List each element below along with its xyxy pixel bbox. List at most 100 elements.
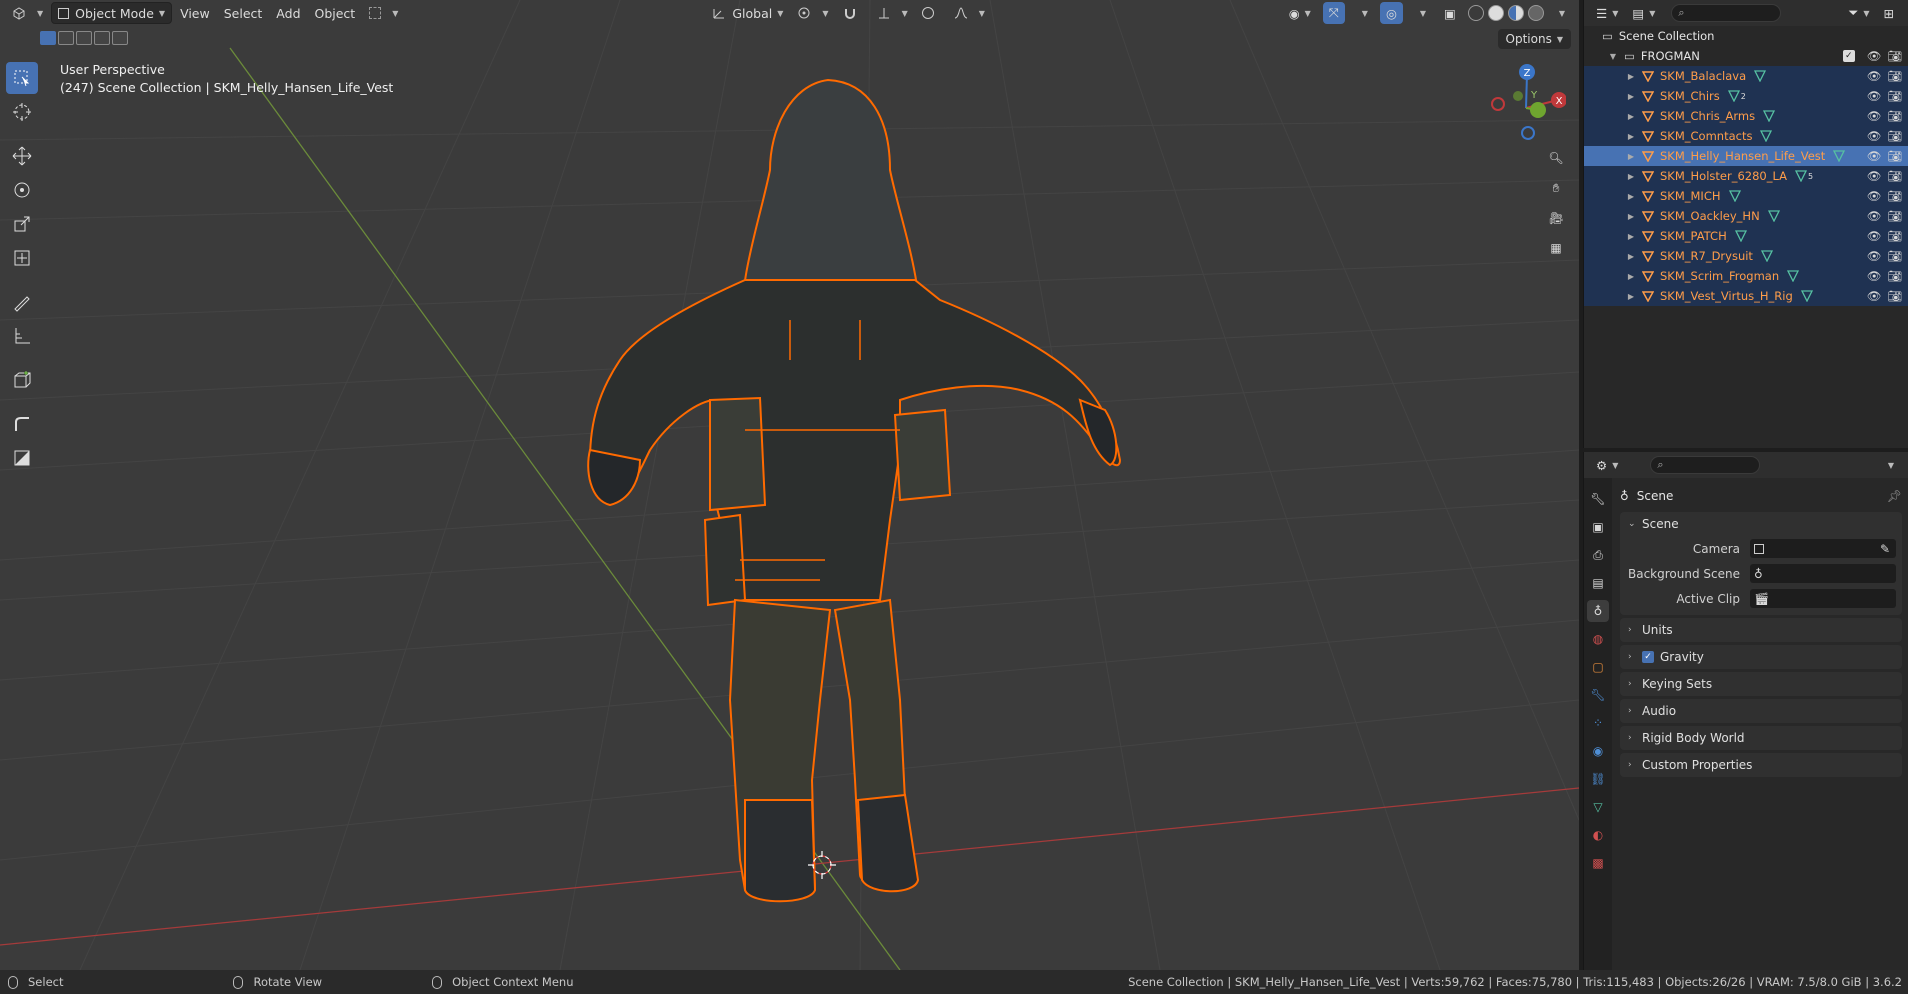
outliner-item[interactable]: ▶ SKM_Chris_Arms 👁︎ 📷︎ bbox=[1584, 106, 1908, 126]
scene-panel-header[interactable]: ⌄ Scene bbox=[1620, 512, 1902, 536]
outliner-item[interactable]: ▶ SKM_Vest_Virtus_H_Rig 👁︎ 📷︎ bbox=[1584, 286, 1908, 306]
render-camera-icon[interactable]: 📷︎ bbox=[1887, 169, 1902, 183]
tab-world[interactable]: ◍ bbox=[1587, 628, 1609, 650]
mode-dropdown[interactable]: Object Mode ▼ bbox=[51, 2, 173, 24]
zoom-button[interactable]: 🔍︎ bbox=[1544, 146, 1568, 170]
render-camera-icon[interactable]: 📷︎ bbox=[1887, 209, 1902, 223]
eye-icon[interactable]: 👁︎ bbox=[1867, 209, 1882, 223]
options-dropdown[interactable]: Options ▼ bbox=[1497, 29, 1571, 49]
expand-right-icon[interactable]: ▶ bbox=[1626, 92, 1636, 101]
panel-units[interactable]: › Units bbox=[1620, 618, 1902, 642]
snap-toggle[interactable] bbox=[837, 2, 869, 24]
menu-object[interactable]: Object bbox=[309, 2, 362, 24]
properties-editor-type[interactable]: ⚙ ▼ bbox=[1590, 454, 1624, 476]
proportional-falloff-dropdown[interactable]: ▼ bbox=[948, 2, 991, 24]
outliner-item[interactable]: ▶ SKM_Holster_6280_LA 5 👁︎ 📷︎ bbox=[1584, 166, 1908, 186]
tab-constraints[interactable]: ⛓︎ bbox=[1587, 768, 1609, 790]
outliner-collection-frogman[interactable]: ▼ ▭ FROGMAN ✓ 👁︎ 📷︎ bbox=[1584, 46, 1908, 66]
eye-icon[interactable]: 👁︎ bbox=[1867, 269, 1882, 283]
mesh-data-icon[interactable] bbox=[1833, 150, 1846, 162]
tab-tool[interactable]: 🔧︎ bbox=[1587, 488, 1609, 510]
eye-icon[interactable]: 👁︎ bbox=[1867, 149, 1882, 163]
outliner-scene-collection[interactable]: ▭ Scene Collection bbox=[1584, 26, 1908, 46]
editor-type-menu[interactable]: ▼ bbox=[6, 2, 49, 24]
expand-right-icon[interactable]: ▶ bbox=[1626, 252, 1636, 261]
pivot-dropdown[interactable]: ▼ bbox=[791, 2, 834, 24]
outliner-item[interactable]: ▶ SKM_Scrim_Frogman 👁︎ 📷︎ bbox=[1584, 266, 1908, 286]
render-camera-icon[interactable]: 📷︎ bbox=[1887, 109, 1902, 123]
outliner-item[interactable]: ▶ SKM_Comntacts 👁︎ 📷︎ bbox=[1584, 126, 1908, 146]
render-camera-icon[interactable]: 📷︎ bbox=[1887, 189, 1902, 203]
select-invert-icon[interactable] bbox=[94, 31, 110, 45]
expand-right-icon[interactable]: ▶ bbox=[1626, 172, 1636, 181]
gizmo-dropdown[interactable]: ▼ bbox=[1351, 2, 1374, 24]
mesh-data-icon[interactable] bbox=[1734, 230, 1747, 242]
mesh-data-icon[interactable] bbox=[1754, 70, 1767, 82]
expand-down-icon[interactable]: ▼ bbox=[1608, 52, 1618, 61]
expand-right-icon[interactable]: ▶ bbox=[1626, 72, 1636, 81]
visibility-dropdown[interactable]: ◉ ▼ bbox=[1283, 2, 1317, 24]
outliner-item[interactable]: ▶ SKM_R7_Drysuit 👁︎ 📷︎ bbox=[1584, 246, 1908, 266]
background-scene-field[interactable]: ♁ bbox=[1750, 564, 1896, 583]
tab-modifiers[interactable]: 🔧︎ bbox=[1587, 684, 1609, 706]
new-collection-button[interactable]: ⊞ bbox=[1878, 2, 1900, 24]
panel-keying-sets[interactable]: › Keying Sets bbox=[1620, 672, 1902, 696]
scale-tool[interactable] bbox=[6, 208, 38, 240]
transform-tool[interactable] bbox=[6, 242, 38, 274]
tab-physics[interactable]: ◉ bbox=[1587, 740, 1609, 762]
display-mode-dropdown[interactable]: ▤ ▼ bbox=[1626, 2, 1661, 24]
select-intersect-icon[interactable] bbox=[112, 31, 128, 45]
camera-field[interactable]: ✎ bbox=[1750, 539, 1896, 558]
tab-data[interactable]: ▽ bbox=[1587, 796, 1609, 818]
eye-icon[interactable]: 👁︎ bbox=[1867, 129, 1882, 143]
eyedropper-icon[interactable]: ✎ bbox=[1880, 542, 1890, 556]
gpencil-dropdown[interactable]: ▼ bbox=[363, 2, 404, 24]
expand-right-icon[interactable]: ▶ bbox=[1626, 212, 1636, 221]
outliner-item[interactable]: ▶ SKM_Balaclava 👁︎ 📷︎ bbox=[1584, 66, 1908, 86]
expand-right-icon[interactable]: ▶ bbox=[1626, 272, 1636, 281]
mesh-data-icon[interactable] bbox=[1767, 210, 1780, 222]
render-camera-icon[interactable]: 📷︎ bbox=[1887, 69, 1902, 83]
tab-render[interactable]: ▣ bbox=[1587, 516, 1609, 538]
mesh-data-icon[interactable] bbox=[1727, 90, 1740, 102]
filter-dropdown[interactable]: ⏷ ▼ bbox=[1842, 2, 1875, 24]
outliner-search[interactable]: ⌕ bbox=[1671, 4, 1782, 22]
expand-right-icon[interactable]: ▶ bbox=[1626, 112, 1636, 121]
menu-view[interactable]: View bbox=[174, 2, 216, 24]
outliner-item[interactable]: ▶ SKM_Helly_Hansen_Life_Vest 👁︎ 📷︎ bbox=[1584, 146, 1908, 166]
mesh-data-icon[interactable] bbox=[1760, 130, 1773, 142]
menu-select[interactable]: Select bbox=[218, 2, 269, 24]
overlay-toggle[interactable]: ◎ bbox=[1379, 2, 1403, 24]
exclude-checkbox[interactable]: ✓ bbox=[1842, 50, 1855, 62]
eye-icon[interactable]: 👁︎ bbox=[1867, 89, 1882, 103]
solid-shading-icon[interactable] bbox=[1487, 5, 1504, 21]
wireframe-shading-icon[interactable] bbox=[1467, 5, 1484, 21]
mesh-data-icon[interactable] bbox=[1760, 250, 1773, 262]
eye-icon[interactable]: 👁︎ bbox=[1867, 169, 1882, 183]
panel-custom-properties[interactable]: › Custom Properties bbox=[1620, 753, 1902, 777]
render-camera-icon[interactable]: 📷︎ bbox=[1887, 129, 1902, 143]
eye-icon[interactable]: 👁︎ bbox=[1867, 49, 1882, 63]
render-camera-icon[interactable]: 📷︎ bbox=[1887, 289, 1902, 303]
extrude-tool[interactable] bbox=[6, 408, 38, 440]
tab-scene[interactable]: ♁ bbox=[1587, 600, 1609, 622]
eye-icon[interactable]: 👁︎ bbox=[1867, 69, 1882, 83]
expand-right-icon[interactable]: ▶ bbox=[1626, 132, 1636, 141]
mesh-data-icon[interactable] bbox=[1795, 170, 1807, 182]
overlay-dropdown[interactable]: ▼ bbox=[1409, 2, 1432, 24]
render-camera-icon[interactable]: 📷︎ bbox=[1887, 149, 1902, 163]
outliner-editor-type[interactable]: ☰ ▼ bbox=[1590, 2, 1624, 24]
eye-icon[interactable]: 👁︎ bbox=[1867, 289, 1882, 303]
tab-object[interactable]: ▢ bbox=[1587, 656, 1609, 678]
tab-material[interactable]: ◐ bbox=[1587, 824, 1609, 846]
properties-options-dropdown[interactable]: ▼ bbox=[1877, 454, 1900, 476]
pin-icon[interactable]: 📌︎ bbox=[1887, 489, 1902, 503]
proportional-edit-toggle[interactable] bbox=[916, 2, 946, 24]
cursor-tool[interactable] bbox=[6, 96, 38, 128]
measure-tool[interactable] bbox=[6, 320, 38, 352]
tab-output[interactable]: ⎙ bbox=[1587, 544, 1609, 566]
panel-audio[interactable]: › Audio bbox=[1620, 699, 1902, 723]
render-camera-icon[interactable]: 📷︎ bbox=[1887, 249, 1902, 263]
panel-gravity[interactable]: › ✓ Gravity bbox=[1620, 645, 1902, 669]
outliner-item[interactable]: ▶ SKM_PATCH 👁︎ 📷︎ bbox=[1584, 226, 1908, 246]
